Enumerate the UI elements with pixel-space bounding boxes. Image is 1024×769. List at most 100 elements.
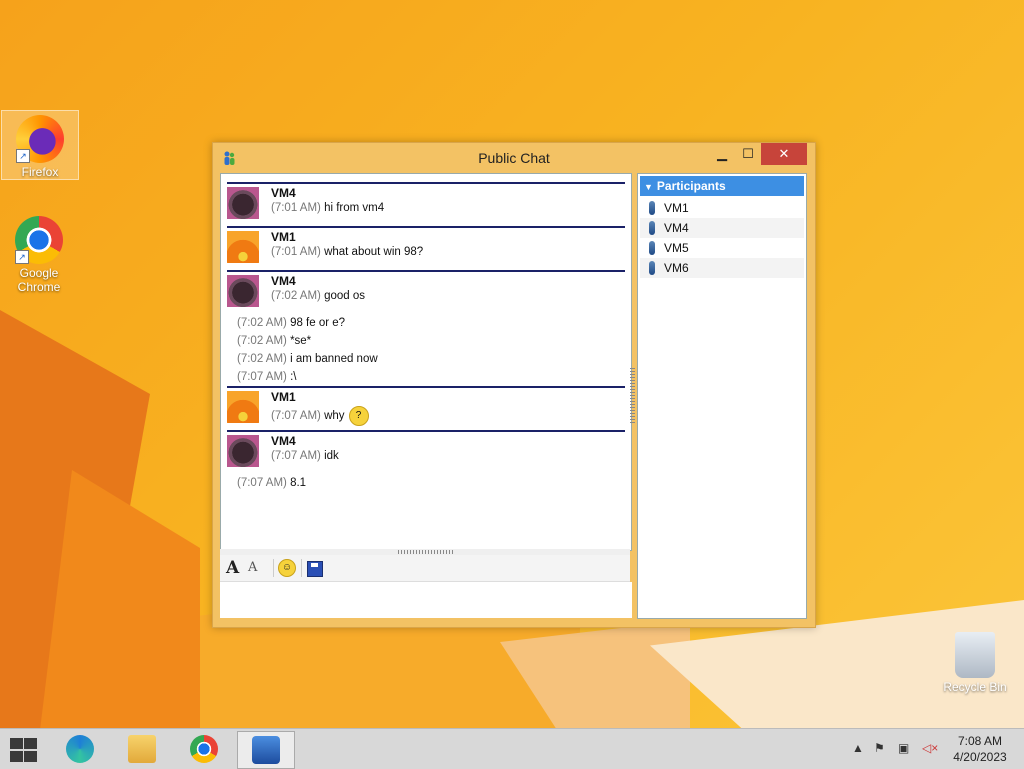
taskbar-edge-button[interactable] (52, 731, 108, 767)
message-sender: VM4 (271, 434, 296, 448)
participants-list: VM1 VM4 VM5 VM6 (640, 198, 804, 278)
message-header: VM4 (7:02 AM) good os (227, 272, 625, 314)
desktop-icon-label: Google Chrome (17, 266, 61, 294)
message-timestamp: (7:07 AM) (237, 477, 287, 489)
participant-item[interactable]: VM4 (640, 218, 804, 238)
message-timestamp: (7:02 AM) (271, 290, 321, 302)
avatar (227, 435, 259, 467)
public-chat-window: Public Chat ▁ ☐ ✕ VM4 (7:01 AM) hi from v… (212, 142, 816, 628)
desktop-icon-firefox[interactable]: ↗ Firefox (1, 110, 79, 180)
smiley-icon[interactable]: ☺ (278, 559, 296, 577)
participants-header[interactable]: ▼ Participants (640, 176, 804, 196)
action-center-flag-icon[interactable]: ⚑ (874, 741, 885, 755)
taskbar: ▲ ⚑ ▣ ◁× 7:08 AM 4/20/2023 (0, 728, 1024, 769)
collapse-triangle-icon: ▼ (644, 182, 653, 192)
show-hidden-icons-icon[interactable]: ▲ (852, 741, 864, 755)
message-timestamp: (7:07 AM) (271, 450, 321, 462)
toolbar-divider (301, 559, 302, 577)
message-line: (7:07 AM) 8.1 (227, 474, 625, 492)
avatar (227, 231, 259, 263)
message-timestamp: (7:07 AM) (237, 371, 287, 383)
message-text: 8.1 (290, 477, 307, 489)
message-text: i am banned now (290, 353, 378, 365)
message-text: 98 fe or e? (290, 317, 346, 329)
clock-date: 4/20/2023 (953, 750, 1007, 764)
message-sender: VM1 (271, 390, 296, 404)
desktop-icon-recycle-bin[interactable]: Recycle Bin (937, 628, 1013, 694)
message-line: (7:01 AM) what about win 98? (271, 246, 423, 258)
desktop-icon-label: Recycle Bin (943, 680, 1007, 694)
recycle-bin-icon (955, 632, 995, 678)
message-timestamp: (7:07 AM) (271, 410, 321, 423)
message-line: (7:07 AM) idk (271, 450, 339, 462)
chat-history[interactable]: VM4 (7:01 AM) hi from vm4 VM1 (7:01 AM) wha… (220, 173, 632, 551)
title-bar[interactable]: Public Chat ▁ ☐ ✕ (213, 143, 815, 173)
start-button[interactable] (8, 738, 38, 762)
chrome-icon (190, 735, 218, 763)
message-sender: VM4 (271, 186, 296, 200)
message-sender: VM1 (271, 230, 296, 244)
thinking-emoji: ? (348, 406, 369, 426)
participant-item[interactable]: VM1 (640, 198, 804, 218)
avatar (227, 187, 259, 219)
volume-muted-icon[interactable]: ◁× (922, 741, 938, 755)
maximize-button[interactable]: ☐ (735, 143, 761, 165)
message-line: (7:02 AM) good os (271, 290, 365, 302)
desktop-icon-label: Firefox (21, 165, 59, 179)
message-group: VM4 (7:01 AM) hi from vm4 (227, 182, 625, 226)
message-text: *se* (290, 335, 312, 347)
message-timestamp: (7:01 AM) (271, 246, 321, 258)
user-icon (649, 201, 655, 215)
message-line: (7:02 AM) *se* (227, 332, 625, 350)
message-line: (7:07 AM) :\ (227, 368, 625, 386)
message-text: good os (324, 290, 365, 302)
user-icon (649, 241, 655, 255)
message-header: VM4 (7:07 AM) idk (227, 432, 625, 474)
avatar (227, 275, 259, 307)
avatar (227, 391, 259, 423)
file-explorer-icon (128, 735, 156, 763)
toolbar-divider (273, 559, 274, 577)
message-text: hi from vm4 (324, 202, 385, 214)
close-button[interactable]: ✕ (761, 143, 807, 165)
message-header: VM1 (7:01 AM) what about win 98? (227, 228, 625, 270)
messenger-icon (252, 736, 280, 764)
participant-name: VM4 (664, 221, 689, 235)
user-icon (649, 221, 655, 235)
splitter-grip (398, 550, 453, 554)
message-text: idk (324, 450, 339, 462)
edge-icon (66, 735, 94, 763)
message-line: (7:02 AM) 98 fe or e? (227, 314, 625, 332)
taskbar-file-explorer-button[interactable] (114, 731, 170, 767)
desktop-icon-chrome[interactable]: ↗ Google Chrome (1, 212, 77, 294)
participant-name: VM1 (664, 201, 689, 215)
message-text: why (324, 410, 345, 423)
message-group: VM4 (7:02 AM) good os (7:02 AM) 98 fe or e… (227, 270, 625, 386)
taskbar-chrome-button[interactable] (176, 731, 232, 767)
floppy-disk-icon[interactable] (307, 561, 323, 577)
message-input[interactable] (220, 582, 632, 618)
message-line: (7:01 AM) hi from vm4 (271, 202, 384, 214)
participant-name: VM6 (664, 261, 689, 275)
firefox-icon: ↗ (16, 115, 64, 163)
message-group: VM1 (7:07 AM) why? (227, 386, 625, 430)
message-timestamp: (7:02 AM) (237, 335, 287, 347)
vertical-splitter[interactable] (630, 368, 635, 423)
minimize-button[interactable]: ▁ (709, 143, 735, 165)
message-line: (7:07 AM) why? (271, 406, 369, 426)
format-toolbar: A A ☺ (220, 555, 630, 582)
message-header: VM4 (7:01 AM) hi from vm4 (227, 184, 625, 226)
message-timestamp: (7:02 AM) (237, 317, 287, 329)
network-icon[interactable]: ▣ (898, 741, 909, 755)
clock[interactable]: 7:08 AM 4/20/2023 (944, 733, 1016, 765)
participants-panel: ▼ Participants VM1 VM4 VM5 VM6 (637, 173, 807, 619)
message-sender: VM4 (271, 274, 296, 288)
text-format-button[interactable]: A (248, 559, 257, 577)
participant-item[interactable]: VM6 (640, 258, 804, 278)
font-button[interactable]: A (226, 559, 239, 577)
message-header: VM1 (7:07 AM) why? (227, 388, 625, 430)
participant-item[interactable]: VM5 (640, 238, 804, 258)
message-line: (7:02 AM) i am banned now (227, 350, 625, 368)
taskbar-messenger-button[interactable] (237, 731, 295, 769)
participants-header-label: Participants (656, 179, 726, 193)
